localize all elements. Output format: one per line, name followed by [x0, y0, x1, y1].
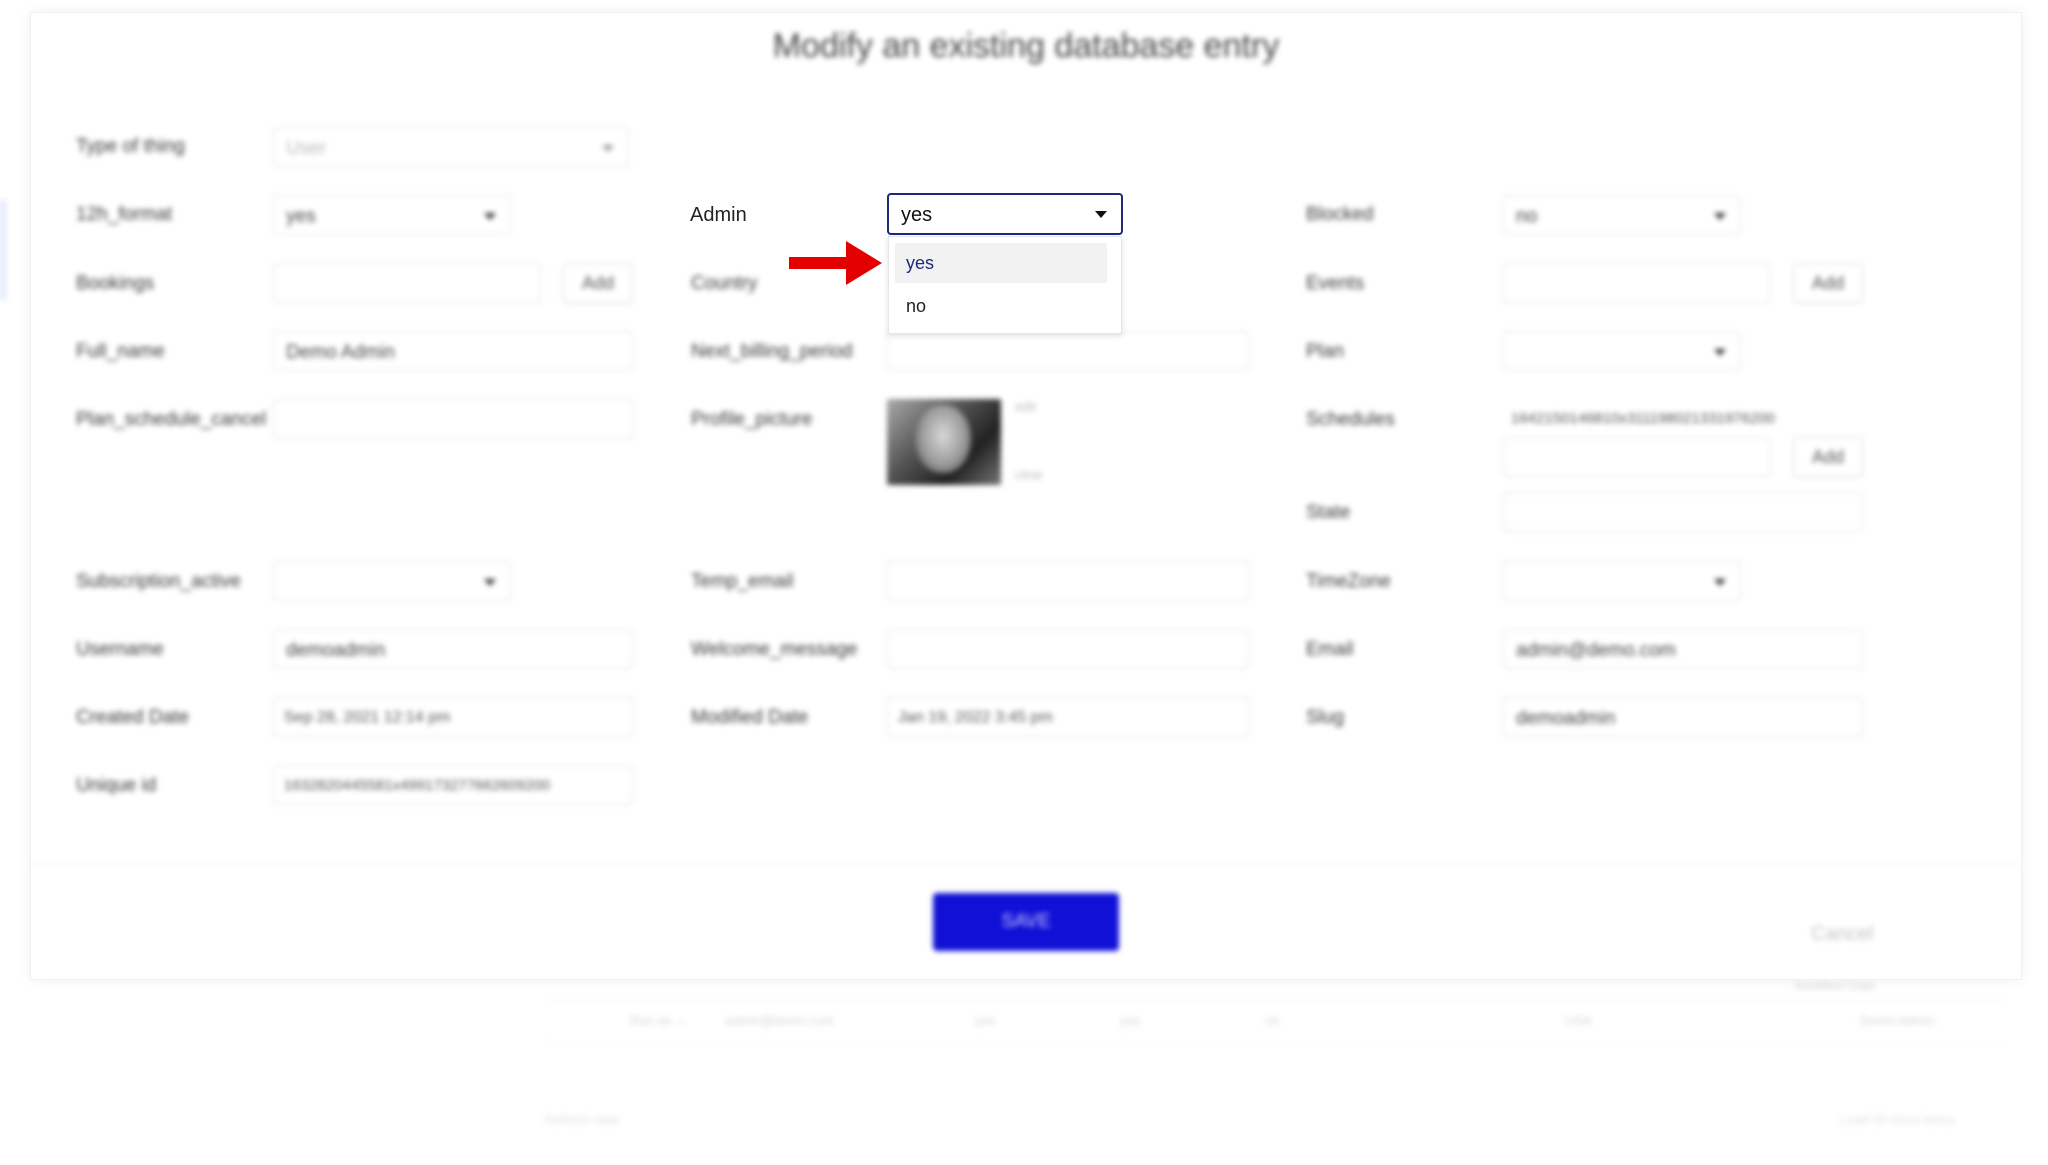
welcome-message-input[interactable] [887, 629, 1249, 669]
admin-option-yes[interactable]: yes [895, 243, 1107, 283]
created-date-label: Created Date [76, 707, 190, 728]
load-more-link[interactable]: Load 50 more items [1840, 1112, 1955, 1127]
temp-email-label: Temp_email [691, 571, 794, 592]
schedules-label: Schedules [1306, 409, 1395, 430]
admin-label: Admin [690, 204, 747, 226]
background-cell: no [1265, 1013, 1280, 1028]
subscription-active-select[interactable] [273, 561, 511, 601]
type-of-thing-value: User [286, 138, 327, 159]
events-input[interactable] [1503, 263, 1771, 303]
slug-label: Slug [1306, 707, 1345, 728]
bookings-label: Bookings [76, 273, 155, 294]
profile-edit-link[interactable]: edit [1015, 399, 1036, 414]
edit-entry-modal: Modify an existing database entry Type o… [30, 12, 2022, 980]
unique-id-input[interactable]: 1632820445581x499173277662609200 [273, 765, 633, 805]
profile-picture-label: Profile_picture [691, 409, 813, 430]
chevron-down-icon [484, 579, 496, 586]
admin-select-value: yes [901, 204, 933, 226]
events-label: Events [1306, 273, 1365, 294]
country-label: Country [691, 273, 758, 294]
save-button[interactable]: SAVE [933, 893, 1119, 951]
chevron-down-icon [484, 213, 496, 220]
schedules-input[interactable] [1503, 437, 1771, 477]
background-table-row: Run as → admin@demo.com yes yes no USA D… [545, 1000, 2005, 1044]
email-input[interactable]: admin@demo.com [1503, 629, 1863, 669]
chevron-down-icon [602, 145, 614, 152]
cancel-button[interactable]: Cancel [1811, 923, 1873, 946]
modified-date-label: Modified Date [691, 707, 809, 728]
plan-schedule-cancel-label: Plan_schedule_cancel [76, 409, 267, 430]
timezone-select[interactable] [1503, 561, 1741, 601]
next-billing-period-input[interactable] [887, 331, 1249, 371]
background-cell: yes [1120, 1013, 1141, 1028]
background-cell: Demo Admin [1860, 1013, 1935, 1028]
full-name-label: Full_name [76, 341, 165, 362]
blocked-value: no [1516, 206, 1538, 227]
type-of-thing-label: Type of thing [76, 136, 185, 157]
profile-clear-link[interactable]: clear [1015, 467, 1043, 482]
username-input[interactable]: demoadmin [273, 629, 633, 669]
twelve-h-format-value: yes [286, 206, 316, 227]
username-label: Username [76, 639, 164, 660]
created-date-input[interactable]: Sep 28, 2021 12:14 pm [273, 697, 633, 737]
admin-select[interactable]: yes [887, 193, 1123, 235]
modal-title: Modify an existing database entry [772, 27, 1280, 65]
schedules-add-button[interactable]: Add [1793, 437, 1863, 477]
plan-select[interactable] [1503, 331, 1741, 371]
full-name-input[interactable]: Demo Admin [273, 331, 633, 371]
bookings-add-button[interactable]: Add [563, 263, 633, 303]
email-label: Email [1306, 639, 1354, 660]
background-cell: USA [1565, 1013, 1592, 1028]
background-header-cell: Modified Date [1795, 978, 1876, 993]
twelve-h-format-label: 12h_format [76, 204, 173, 225]
background-cell: admin@demo.com [725, 1013, 835, 1028]
chevron-down-icon [1714, 213, 1726, 220]
background-sidebar-accent [0, 200, 6, 300]
chevron-down-icon [1714, 579, 1726, 586]
schedules-item[interactable]: 1642150146810x311198021331976200 [1511, 410, 1775, 427]
timezone-label: TimeZone [1306, 571, 1391, 592]
chevron-down-icon [1095, 211, 1107, 218]
bookings-input[interactable] [273, 263, 541, 303]
welcome-message-label: Welcome_message [691, 639, 858, 660]
plan-label: Plan [1306, 341, 1345, 362]
blocked-select[interactable]: no [1503, 195, 1741, 235]
profile-picture-image[interactable] [887, 399, 1001, 485]
admin-option-no[interactable]: no [895, 286, 1107, 326]
type-of-thing-select[interactable]: User [273, 127, 629, 167]
profile-face [915, 405, 971, 473]
twelve-h-format-select[interactable]: yes [273, 195, 511, 235]
plan-schedule-cancel-input[interactable] [273, 399, 633, 439]
admin-dropdown-menu: yes no [888, 236, 1122, 334]
state-input[interactable] [1503, 492, 1863, 532]
red-arrow-icon [789, 241, 882, 285]
modal-footer-divider [31, 863, 2021, 864]
events-add-button[interactable]: Add [1793, 263, 1863, 303]
unique-id-label: Unique id [76, 775, 157, 796]
modal-content: Modify an existing database entry Type o… [31, 13, 2021, 979]
state-label: State [1306, 502, 1351, 523]
chevron-down-icon [1714, 349, 1726, 356]
refresh-data-link[interactable]: Refresh data [545, 1112, 619, 1127]
background-cell: yes [975, 1013, 996, 1028]
subscription-active-label: Subscription_active [76, 571, 241, 592]
temp-email-input[interactable] [887, 561, 1249, 601]
slug-input[interactable]: demoadmin [1503, 697, 1863, 737]
background-cell: Run as → [630, 1013, 688, 1028]
next-billing-period-label: Next_billing_period [691, 341, 853, 362]
modified-date-input[interactable]: Jan 19, 2022 3:45 pm [887, 697, 1249, 737]
blocked-label: Blocked [1306, 204, 1374, 225]
